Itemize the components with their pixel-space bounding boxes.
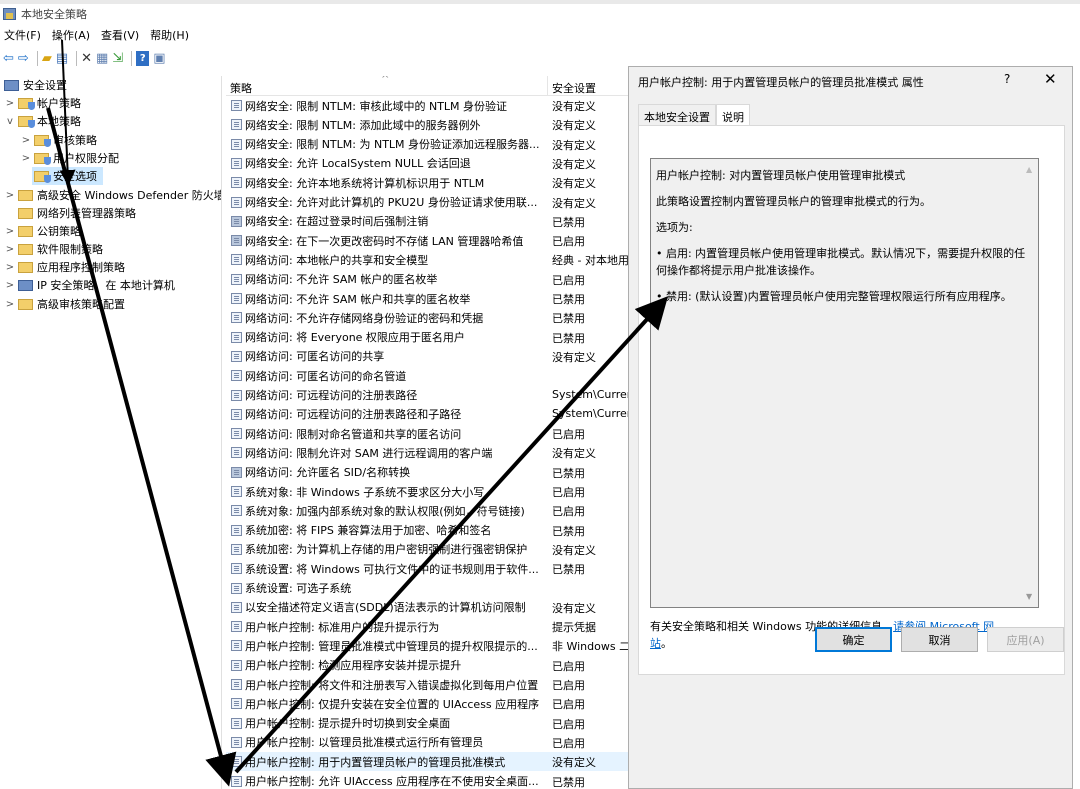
annotation-arrow-to-dialog xyxy=(234,296,669,774)
mmc-window: { "window": {"title": "本地安全策略"}, "menu":… xyxy=(0,0,1080,789)
annotation-arrow-to-policy-row xyxy=(46,107,237,787)
annotation-arrows xyxy=(46,39,669,787)
